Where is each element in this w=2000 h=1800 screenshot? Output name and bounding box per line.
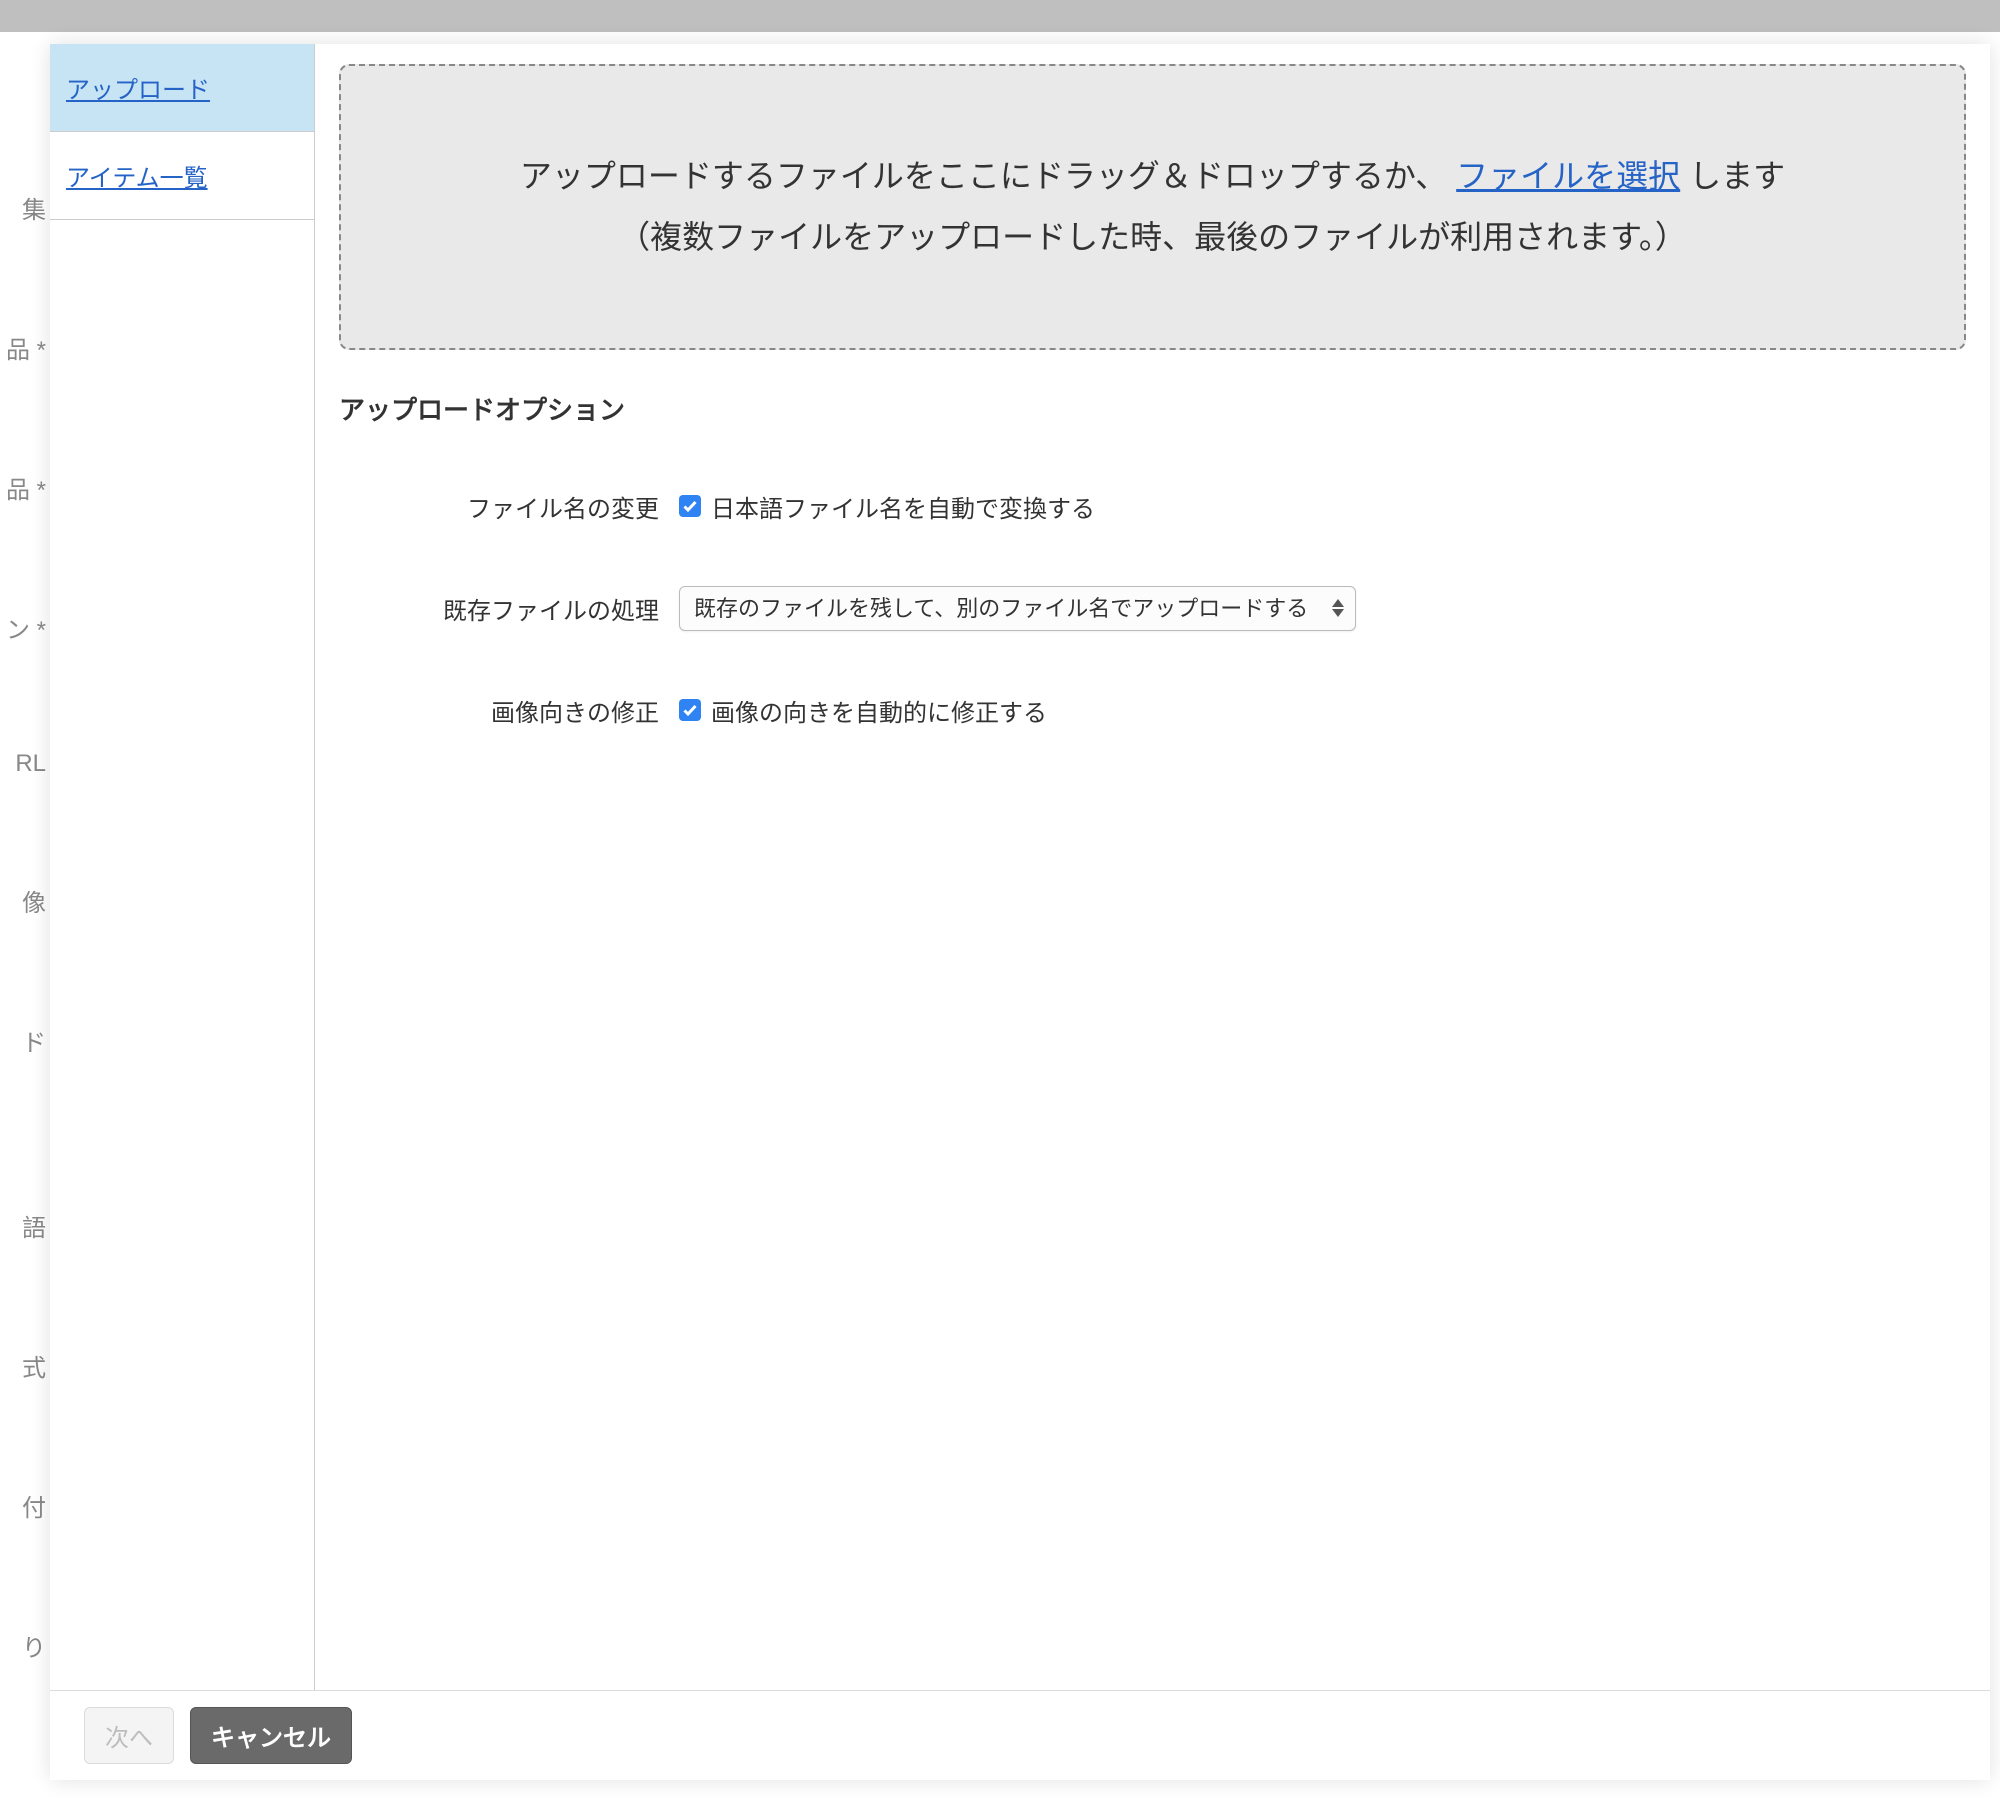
option-control-existing: 既存のファイルを残して、別のファイル名でアップロードする	[679, 586, 1356, 631]
bg-label: 集	[0, 190, 50, 225]
modal-body: アップロード アイテム一覧 アップロードするファイルをここにドラッグ＆ドロップす…	[50, 44, 1990, 1690]
checkbox-filename-label: 日本語ファイル名を自動で変換する	[711, 489, 1095, 524]
option-label-orientation: 画像向きの修正	[339, 693, 679, 728]
option-label-existing: 既存ファイルの処理	[339, 591, 679, 626]
modal-sidebar: アップロード アイテム一覧	[50, 44, 315, 1690]
background-form-labels: 集 品 * 品 * ン * RL 像 ド 語 式 付 り	[0, 130, 50, 1800]
bg-label: 付	[0, 1488, 50, 1523]
option-label-filename: ファイル名の変更	[339, 489, 679, 524]
tab-upload[interactable]: アップロード	[50, 44, 314, 132]
bg-label: 語	[0, 1208, 50, 1243]
next-button[interactable]: 次へ	[84, 1707, 174, 1764]
bg-label: り	[0, 1628, 50, 1663]
modal-footer: 次へ キャンセル	[50, 1690, 1990, 1780]
dropzone-text-before: アップロードするファイルをここにドラッグ＆ドロップするか、	[520, 158, 1456, 194]
select-existing-wrapper: 既存のファイルを残して、別のファイル名でアップロードする	[679, 586, 1356, 631]
window-titlebar-strip	[0, 0, 2000, 32]
dropzone-subtext: （複数ファイルをアップロードした時、最後のファイルが利用されます。）	[381, 207, 1924, 268]
upload-modal: アップロード アイテム一覧 アップロードするファイルをここにドラッグ＆ドロップす…	[50, 44, 1990, 1780]
select-existing-file-handling[interactable]: 既存のファイルを残して、別のファイル名でアップロードする	[679, 586, 1356, 631]
check-icon	[682, 498, 698, 514]
upload-options-heading: アップロードオプション	[339, 390, 1966, 427]
option-row-filename: ファイル名の変更 日本語ファイル名を自動で変換する	[339, 489, 1966, 524]
bg-label: 像	[0, 883, 50, 918]
option-row-orientation: 画像向きの修正 画像の向きを自動的に修正する	[339, 693, 1966, 728]
checkbox-filename[interactable]	[679, 495, 701, 517]
cancel-button[interactable]: キャンセル	[190, 1707, 352, 1764]
bg-label: ン *	[0, 610, 50, 645]
dropzone-text-after: します	[1689, 158, 1785, 194]
bg-label: 品 *	[0, 470, 50, 505]
option-control-filename: 日本語ファイル名を自動で変換する	[679, 489, 1095, 524]
bg-label: 式	[0, 1348, 50, 1383]
file-select-link[interactable]: ファイルを選択	[1456, 158, 1680, 194]
drop-zone-line1: アップロードするファイルをここにドラッグ＆ドロップするか、 ファイルを選択 しま…	[381, 146, 1924, 207]
upload-panel: アップロードするファイルをここにドラッグ＆ドロップするか、 ファイルを選択 しま…	[315, 44, 1990, 1690]
page-background: 集 品 * 品 * ン * RL 像 ド 語 式 付 り アップロード アイテム…	[0, 0, 2000, 1800]
bg-label: RL	[0, 750, 50, 778]
file-drop-zone[interactable]: アップロードするファイルをここにドラッグ＆ドロップするか、 ファイルを選択 しま…	[339, 64, 1966, 350]
bg-label: 品 *	[0, 330, 50, 365]
option-control-orientation: 画像の向きを自動的に修正する	[679, 693, 1047, 728]
checkbox-orientation-label: 画像の向きを自動的に修正する	[711, 693, 1047, 728]
option-row-existing: 既存ファイルの処理 既存のファイルを残して、別のファイル名でアップロードする	[339, 586, 1966, 631]
checkbox-orientation[interactable]	[679, 699, 701, 721]
tab-item-list[interactable]: アイテム一覧	[50, 132, 314, 220]
bg-label: ド	[0, 1023, 50, 1058]
check-icon	[682, 702, 698, 718]
